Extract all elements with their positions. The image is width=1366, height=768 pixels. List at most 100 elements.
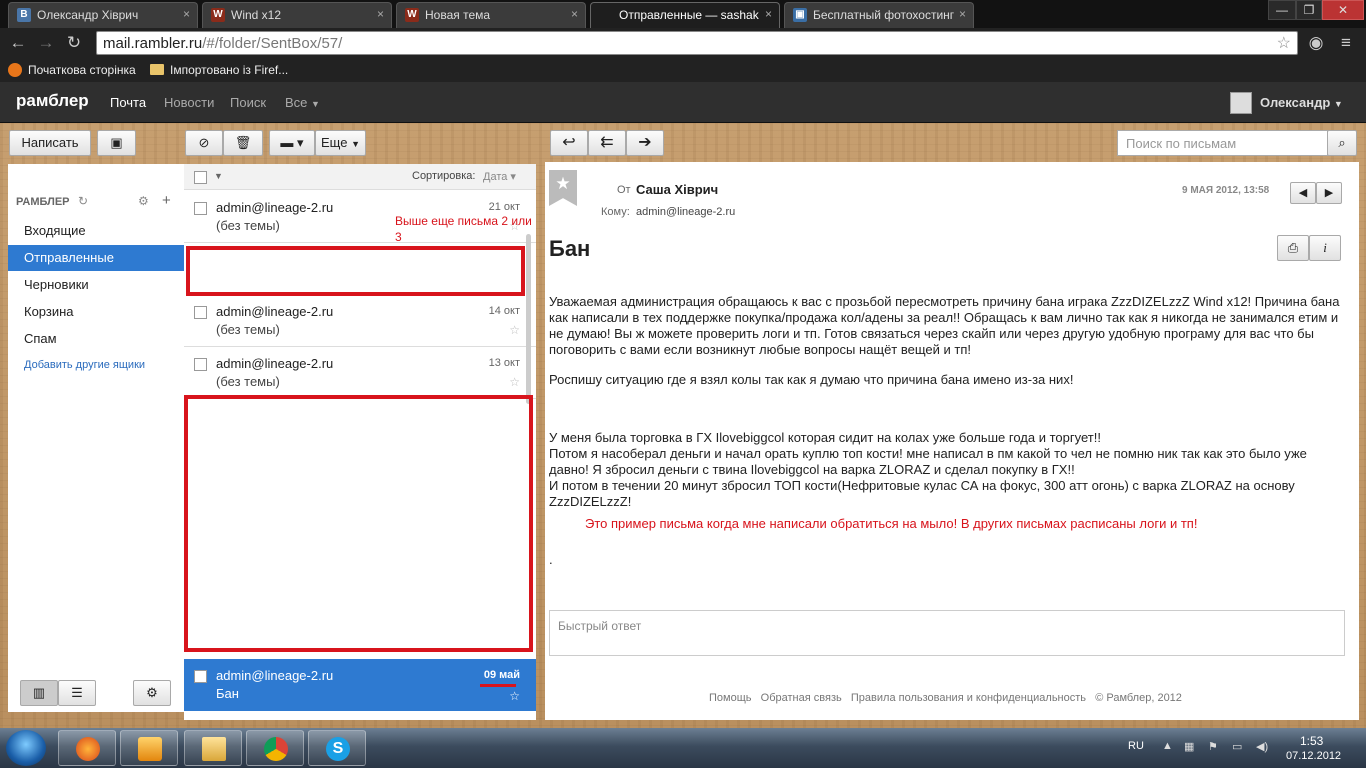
close-tab-icon[interactable]: × (765, 7, 772, 21)
spam-button[interactable]: ⊘ (185, 130, 223, 156)
monitor-icon[interactable]: ▭ (1232, 740, 1242, 753)
folder-inbox[interactable]: Входящие (8, 218, 184, 244)
nav-all[interactable]: Все ▼ (285, 95, 320, 110)
taskbar-skype[interactable]: S (308, 730, 366, 766)
compose-button[interactable]: Написать (9, 130, 91, 156)
nav-search[interactable]: Поиск (230, 95, 266, 110)
search-input[interactable]: Поиск по письмам (1117, 130, 1328, 156)
extension-icon[interactable]: ◉ (1304, 32, 1328, 54)
forward-button[interactable]: ➔ (626, 130, 664, 156)
bookmark-folder[interactable]: Імпортовано із Firef... (170, 63, 288, 77)
row-checkbox[interactable] (194, 358, 207, 371)
star-bookmark-icon[interactable]: ☆ (1277, 33, 1291, 53)
add-mailbox-link[interactable]: Добавить другие ящики (24, 359, 145, 371)
reload-icon[interactable]: ↻ (62, 32, 86, 54)
taskbar-chrome[interactable] (246, 730, 304, 766)
nav-mail[interactable]: Почта (110, 95, 146, 110)
tab-title: Отправленные — sashak (619, 8, 759, 22)
gear-icon: ⚙ (146, 685, 158, 700)
view-columns-button[interactable]: ▥ (20, 680, 58, 706)
folder-spam[interactable]: Спам (8, 326, 184, 352)
close-tab-icon[interactable]: × (183, 7, 190, 21)
row-date: 21 окт (488, 201, 520, 213)
prev-message-button[interactable]: ◀ (1290, 182, 1316, 204)
forward-icon[interactable]: → (34, 32, 58, 54)
flag-icon[interactable]: ⚑ (1208, 740, 1218, 753)
nav-news[interactable]: Новости (164, 95, 214, 110)
volume-icon[interactable]: ◀) (1256, 740, 1268, 753)
language-indicator[interactable]: RU (1128, 740, 1144, 752)
browser-tab[interactable]: ▣ Бесплатный фотохостинг × (784, 2, 974, 28)
footer-feedback-link[interactable]: Обратная связь (761, 692, 842, 704)
taskbar-explorer[interactable] (184, 730, 242, 766)
sender-name[interactable]: Саша Хіврич (636, 182, 718, 197)
row-checkbox[interactable] (194, 670, 207, 683)
block-icon: ⊘ (198, 135, 210, 150)
browser-tab[interactable]: W Wind x12 × (202, 2, 392, 28)
move-button[interactable]: ▬ ▾ (269, 130, 315, 156)
browser-tab-active[interactable]: Отправленные — sashak × (590, 2, 780, 28)
address-bar[interactable]: mail.rambler.ru/#/folder/SentBox/57/ ☆ (96, 31, 1298, 55)
url-domain: mail.rambler.ru (103, 35, 203, 52)
photo-icon: ▣ (793, 8, 807, 22)
view-list-button[interactable]: ☰ (58, 680, 96, 706)
taskbar-firefox[interactable] (58, 730, 116, 766)
star-icon[interactable]: ☆ (509, 689, 520, 703)
folder-sent[interactable]: Отправленные (8, 245, 184, 271)
search-button[interactable]: ⌕ (1327, 130, 1357, 156)
recipient-address: admin@lineage-2.ru (636, 206, 736, 218)
footer-terms-link[interactable]: Правила пользования и конфиденциальность (851, 692, 1086, 704)
tab-title: Бесплатный фотохостинг (813, 8, 955, 22)
list-icon: ☰ (71, 685, 83, 700)
list-item[interactable]: admin@lineage-2.ru (без темы) 14 окт ☆ (184, 295, 536, 347)
contacts-button[interactable]: ▣ (97, 130, 136, 156)
rambler-logo[interactable]: рамблер (16, 91, 89, 111)
restore-button[interactable]: ❐ (1296, 0, 1322, 20)
print-button[interactable]: ⎙ (1277, 235, 1309, 261)
star-icon[interactable]: ☆ (509, 323, 520, 337)
sort-select[interactable]: Дата ▾ (483, 170, 516, 183)
back-icon[interactable]: ← (6, 32, 30, 54)
avatar[interactable] (1230, 92, 1252, 114)
gear-icon[interactable]: ⚙ (138, 194, 149, 208)
close-window-button[interactable]: ✕ (1322, 0, 1364, 20)
clock-time[interactable]: 1:53 (1300, 734, 1323, 748)
next-message-button[interactable]: ▶ (1316, 182, 1342, 204)
add-icon[interactable]: + (162, 192, 171, 209)
browser-tab[interactable]: В Олександр Хіврич × (8, 2, 198, 28)
forward-icon: ➔ (638, 134, 652, 151)
delete-button[interactable]: 🗑 (223, 130, 263, 156)
reply-button[interactable]: ↩ (550, 130, 588, 156)
list-item-selected[interactable]: admin@lineage-2.ru Бан 09 май ☆ (184, 659, 536, 711)
close-tab-icon[interactable]: × (571, 7, 578, 21)
wrench-icon[interactable]: ≡ (1334, 32, 1358, 54)
quick-reply-field[interactable]: Быстрый ответ (549, 610, 1345, 656)
star-icon[interactable]: ☆ (509, 375, 520, 389)
browser-tab[interactable]: W Новая тема × (396, 2, 586, 28)
user-menu[interactable]: Олександр ▼ (1260, 95, 1343, 110)
close-tab-icon[interactable]: × (377, 7, 384, 21)
select-all-checkbox[interactable] (194, 171, 207, 184)
start-button[interactable] (6, 730, 46, 766)
row-checkbox[interactable] (194, 202, 207, 215)
bookmark-item[interactable]: Початкова сторінка (28, 63, 136, 77)
network-icon[interactable]: ▦ (1184, 740, 1194, 753)
clock-date[interactable]: 07.12.2012 (1286, 750, 1341, 762)
close-tab-icon[interactable]: × (959, 7, 966, 21)
taskbar-media-player[interactable] (120, 730, 178, 766)
chevron-down-icon[interactable]: ▼ (214, 171, 223, 181)
list-item[interactable]: admin@lineage-2.ru (без темы) 13 окт ☆ (184, 347, 536, 399)
settings-button[interactable]: ⚙ (133, 680, 171, 706)
refresh-icon[interactable]: ↻ (78, 194, 88, 208)
tray-arrow-icon[interactable]: ▲ (1162, 740, 1173, 752)
reply-all-button[interactable]: ⇇ (588, 130, 626, 156)
folder-trash[interactable]: Корзина (8, 299, 184, 325)
row-checkbox[interactable] (194, 306, 207, 319)
folder-drafts[interactable]: Черновики (8, 272, 184, 298)
minimize-button[interactable]: — (1268, 0, 1296, 20)
flag-star-icon[interactable]: ★ (549, 170, 577, 206)
footer-help-link[interactable]: Помощь (709, 692, 752, 704)
scrollbar-thumb[interactable] (526, 234, 531, 404)
info-button[interactable]: i (1309, 235, 1341, 261)
more-button[interactable]: Еще ▼ (315, 130, 366, 156)
